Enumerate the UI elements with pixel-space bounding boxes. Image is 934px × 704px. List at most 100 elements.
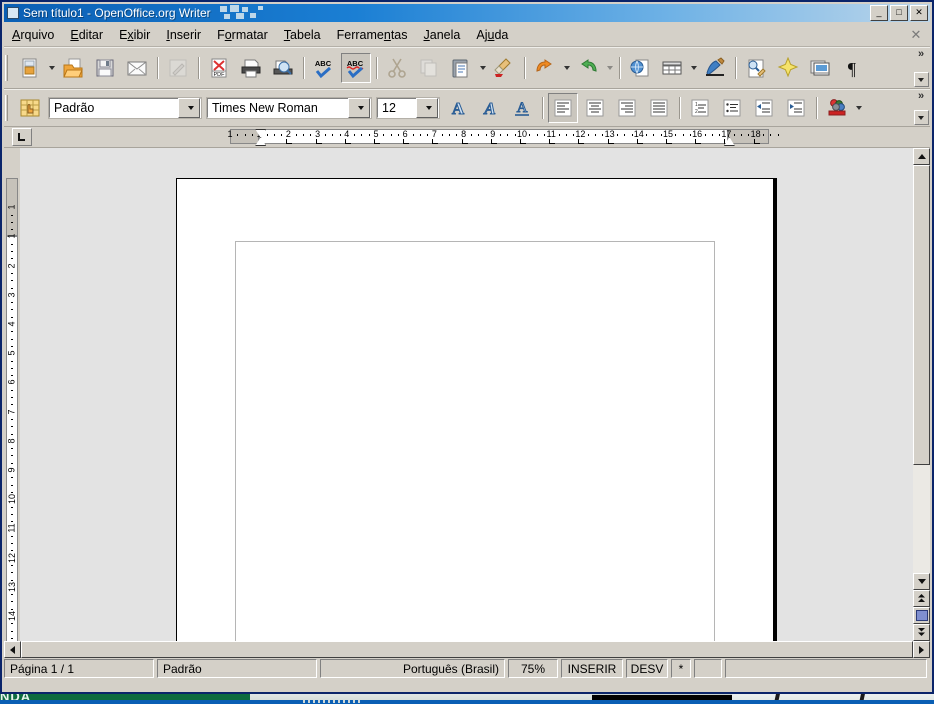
ruler-tab-stop[interactable] — [607, 139, 614, 144]
previous-page-button[interactable] — [913, 590, 930, 607]
scroll-up-button[interactable] — [913, 148, 930, 165]
print-document-button[interactable] — [236, 53, 266, 83]
underline-button[interactable]: A — [507, 93, 537, 123]
ruler-tab-stop[interactable] — [695, 139, 702, 144]
ruler-left-margin[interactable] — [230, 129, 260, 144]
ruler-tab-stop[interactable] — [666, 139, 672, 144]
vertical-ruler[interactable]: 1 1 2 3 4 5 6 7 8 9 10 11 12 13 14 — [4, 148, 20, 646]
undo-button[interactable] — [530, 53, 560, 83]
status-selection-mode[interactable]: DESV — [626, 659, 668, 678]
standard-toolbar-overflow[interactable]: » — [913, 48, 929, 88]
status-page[interactable]: Página 1 / 1 — [4, 659, 154, 678]
increase-indent-button[interactable] — [781, 93, 811, 123]
ruler-tab-stop[interactable] — [520, 139, 526, 144]
scroll-right-button[interactable] — [913, 641, 930, 658]
hyperlink-button[interactable] — [625, 53, 655, 83]
horizontal-scroll-track[interactable] — [21, 641, 913, 658]
toolbar-more-button[interactable] — [913, 72, 929, 87]
navigation-icon[interactable] — [913, 607, 930, 624]
font-name-combo[interactable]: Times New Roman — [206, 97, 372, 119]
save-document-button[interactable] — [90, 53, 120, 83]
vertical-scroll-track[interactable] — [913, 465, 930, 573]
ruler-tab-stop[interactable] — [490, 139, 497, 144]
bold-button[interactable]: A — [443, 93, 473, 123]
menu-janela[interactable]: Janela — [416, 26, 469, 44]
numbered-list-button[interactable]: 1 2 — [685, 93, 715, 123]
new-document-button[interactable] — [15, 53, 45, 83]
paragraph-style-combo[interactable]: Padrão — [48, 97, 202, 119]
clone-formatting-button[interactable] — [489, 53, 519, 83]
maximize-button[interactable]: □ — [890, 5, 908, 21]
ruler-tab-stop[interactable] — [753, 139, 760, 144]
ruler-right-margin[interactable] — [727, 129, 769, 144]
ruler-tab-stop[interactable] — [286, 139, 293, 144]
copy-button[interactable] — [414, 53, 444, 83]
status-insert-mode[interactable]: INSERIR — [561, 659, 623, 678]
send-email-button[interactable] — [122, 53, 152, 83]
formatting-overflow-chevron[interactable]: » — [918, 91, 924, 102]
ruler-tab-stop[interactable] — [578, 139, 585, 144]
status-page-style[interactable]: Padrão — [157, 659, 317, 678]
edit-file-button[interactable] — [163, 53, 193, 83]
spelling-check-button[interactable]: ABC — [309, 53, 339, 83]
align-right-button[interactable] — [612, 93, 642, 123]
draw-functions-button[interactable] — [700, 53, 730, 83]
close-document-button[interactable]: ✕ — [908, 27, 924, 43]
ruler-tab-stop[interactable] — [636, 139, 643, 144]
horizontal-ruler[interactable]: 1123456789101112131415161718 — [34, 129, 906, 146]
toolbar-grip[interactable] — [5, 55, 11, 81]
window-controls[interactable]: _ □ ✕ — [870, 5, 928, 21]
paste-button[interactable] — [446, 53, 476, 83]
gallery-button[interactable] — [773, 53, 803, 83]
print-preview-button[interactable] — [268, 53, 298, 83]
horizontal-scrollbar[interactable] — [4, 641, 930, 658]
formatting-toolbar-overflow[interactable]: » — [913, 90, 929, 126]
autospellcheck-button[interactable]: ABC — [341, 53, 371, 83]
status-modified[interactable]: * — [671, 659, 691, 678]
formatting-more-button[interactable] — [913, 110, 929, 125]
scroll-left-button[interactable] — [4, 641, 21, 658]
paragraph-style-dropdown-arrow[interactable] — [178, 98, 200, 118]
italic-button[interactable]: A — [475, 93, 505, 123]
status-extra[interactable] — [725, 659, 927, 678]
find-replace-button[interactable] — [741, 53, 771, 83]
font-color-button[interactable] — [822, 93, 852, 123]
menu-arquivo[interactable]: Arquivo — [4, 26, 62, 44]
ruler-tab-stop[interactable] — [549, 139, 556, 144]
open-document-button[interactable] — [58, 53, 88, 83]
undo-dropdown[interactable] — [561, 54, 572, 82]
bulleted-list-button[interactable] — [717, 93, 747, 123]
formatting-toolbar-grip[interactable] — [5, 95, 11, 121]
ruler-tab-stop[interactable] — [344, 139, 351, 144]
document-page[interactable] — [176, 178, 774, 641]
paste-dropdown[interactable] — [477, 54, 488, 82]
export-pdf-button[interactable]: PDF — [204, 53, 234, 83]
next-page-button[interactable] — [913, 624, 930, 641]
horizontal-scroll-thumb[interactable] — [21, 641, 913, 658]
formatting-marks-button[interactable]: ¶ — [837, 53, 867, 83]
ruler-tab-stop[interactable] — [315, 139, 322, 144]
menu-exibir[interactable]: Exibir — [111, 26, 158, 44]
font-size-dropdown-arrow[interactable] — [416, 98, 438, 118]
title-bar[interactable]: Sem título1 - OpenOffice.org Writer _ □ … — [4, 4, 930, 22]
close-button[interactable]: ✕ — [910, 5, 928, 21]
redo-button[interactable] — [573, 53, 603, 83]
font-size-combo[interactable]: 12 — [376, 97, 440, 119]
paragraph-styles-icon[interactable] — [15, 93, 45, 123]
minimize-button[interactable]: _ — [870, 5, 888, 21]
status-zoom[interactable]: 75% — [508, 659, 558, 678]
insert-table-dropdown[interactable] — [688, 54, 699, 82]
status-signature[interactable] — [694, 659, 722, 678]
ruler-tab-stop[interactable] — [374, 139, 380, 144]
menu-inserir[interactable]: Inserir — [158, 26, 209, 44]
menu-formatar[interactable]: Formatar — [209, 26, 276, 44]
status-language[interactable]: Português (Brasil) — [320, 659, 505, 678]
menu-editar[interactable]: Editar — [62, 26, 111, 44]
font-color-dropdown[interactable] — [853, 94, 864, 122]
cut-button[interactable] — [382, 53, 412, 83]
insert-table-button[interactable] — [657, 53, 687, 83]
document-canvas[interactable] — [21, 148, 913, 641]
menu-ajuda[interactable]: Ajuda — [468, 26, 516, 44]
new-document-dropdown[interactable] — [46, 54, 57, 82]
ruler-tab-stop[interactable] — [432, 139, 439, 144]
